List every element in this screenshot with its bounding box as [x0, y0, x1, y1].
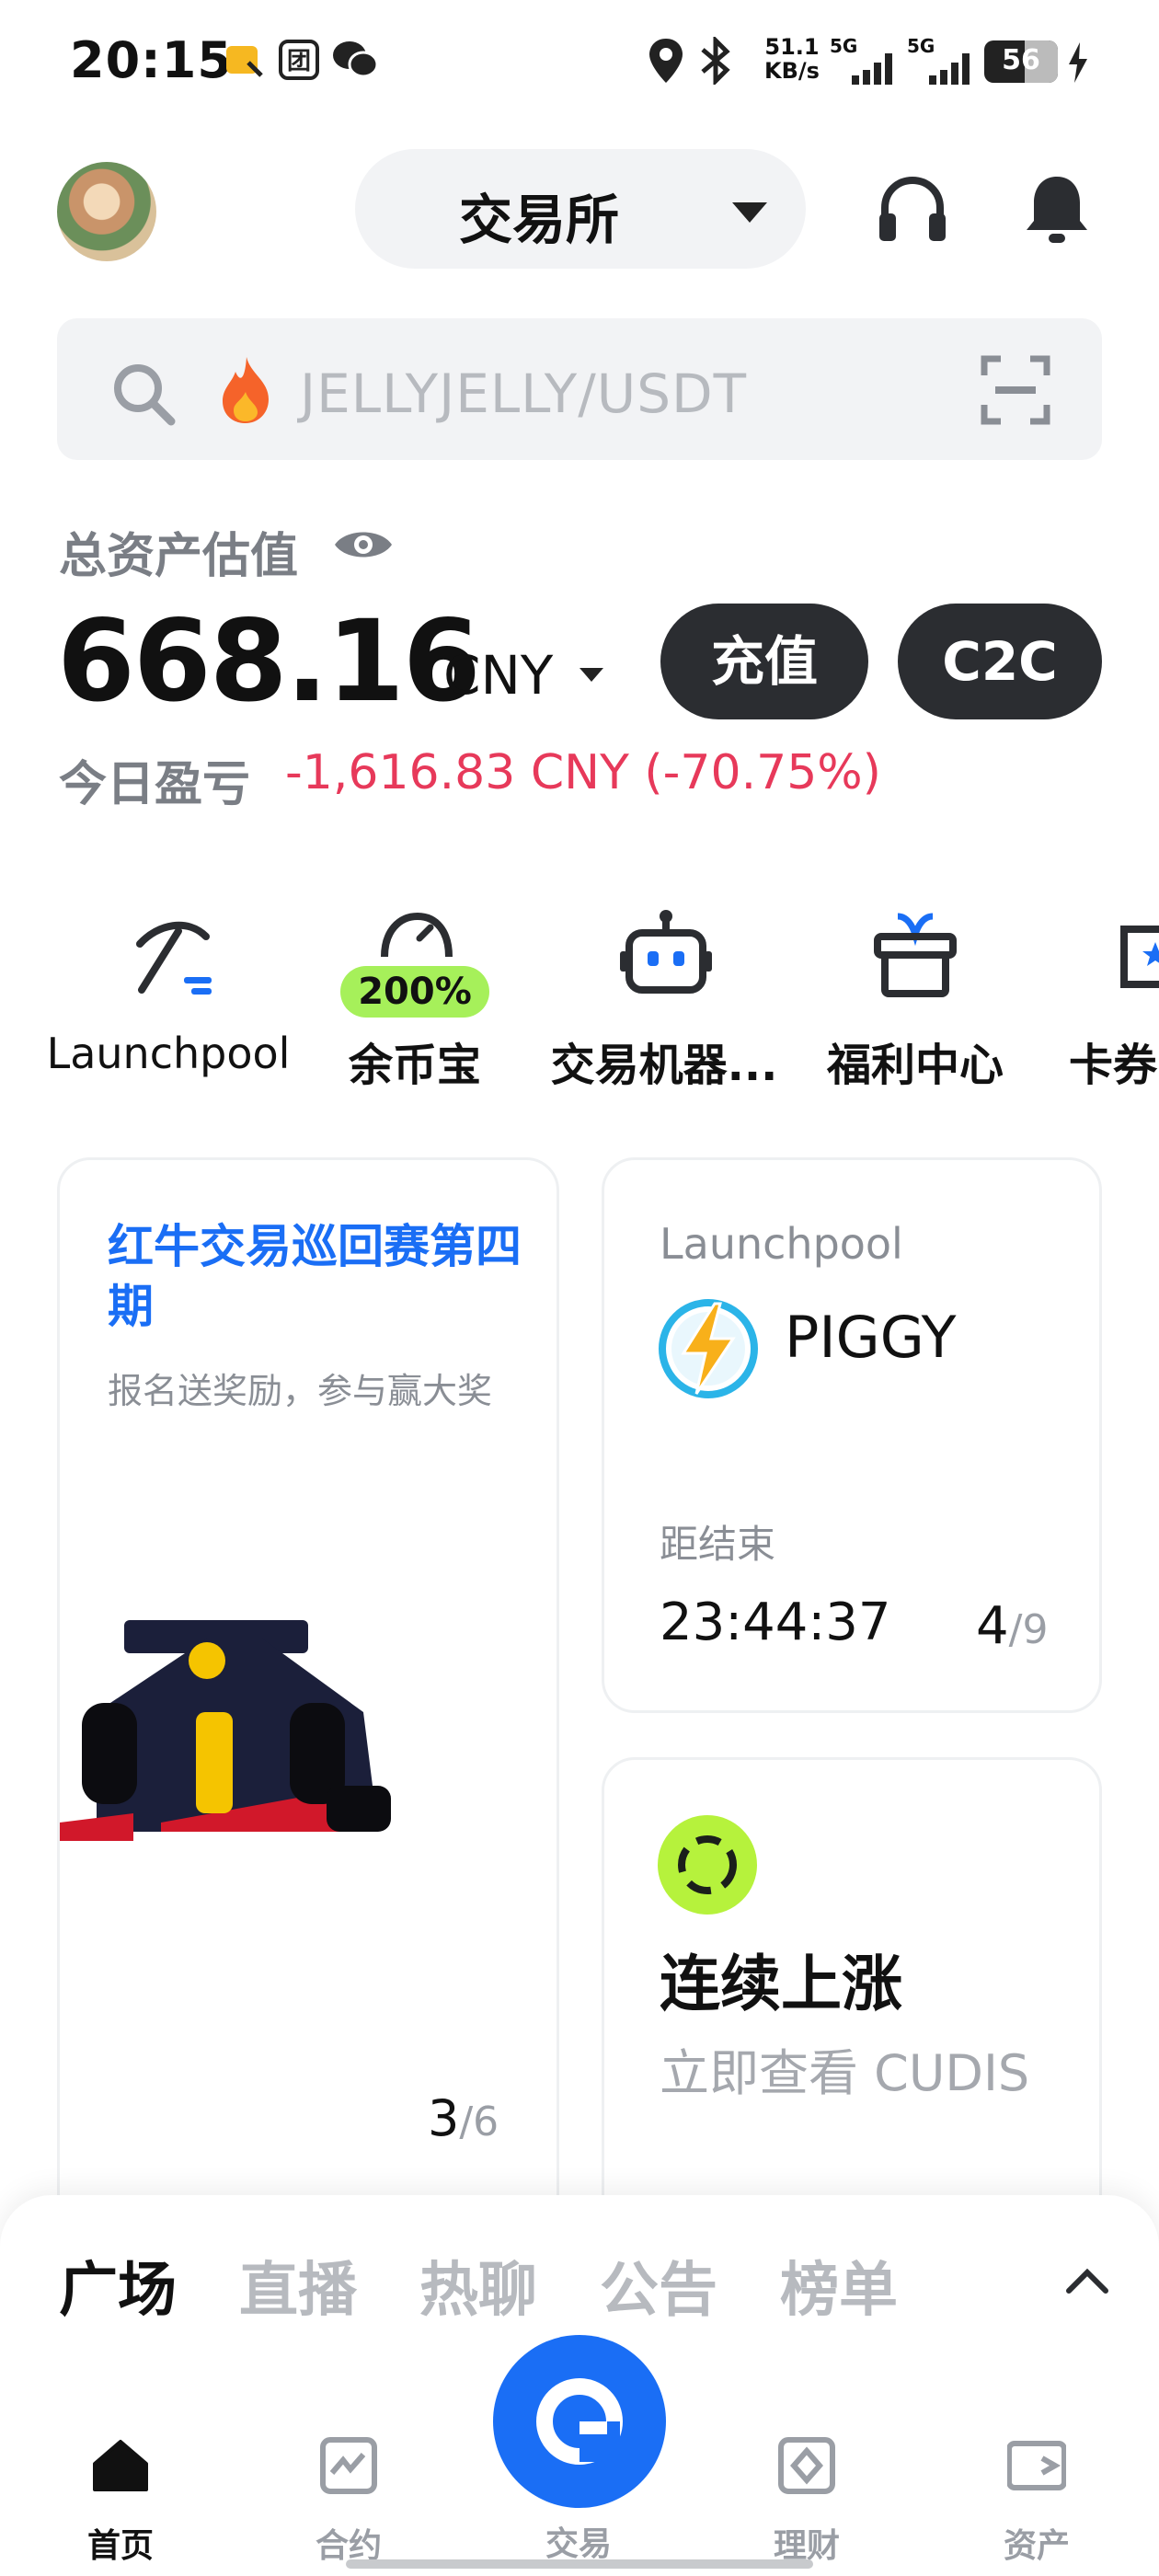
signal-bars-icon-2 [929, 53, 970, 85]
launchpool-pagination: 4/9 [976, 1596, 1048, 1656]
promo-title: 红牛交易巡回赛第四期 [108, 1220, 522, 1333]
trade-fab-button[interactable] [493, 2335, 666, 2508]
search-icon [114, 364, 176, 426]
total-assets-value: 668.16 [57, 596, 481, 727]
quick-action-yubibao[interactable]: 200% 余币宝 [318, 902, 511, 1091]
status-time: 20:15 [70, 31, 233, 89]
nav-assets-label: 资产 [1003, 2527, 1070, 2565]
currency-selector[interactable]: CNY [443, 644, 553, 707]
nav-trade-label: 交易 [545, 2525, 612, 2563]
launchpool-page-total: /9 [1008, 1606, 1049, 1653]
promo-page-total: /6 [459, 2099, 499, 2145]
bell-icon[interactable] [1021, 171, 1093, 248]
quick-action-trading-bot[interactable]: 交易机器... [539, 902, 789, 1091]
eye-icon[interactable] [333, 524, 394, 565]
tab-live[interactable]: 直播 [239, 2243, 357, 2328]
quick-action-label: 余币宝 [348, 1040, 481, 1091]
battery-level: 56 [1002, 44, 1040, 76]
quick-action-label: 卡券 [1069, 1040, 1158, 1086]
streak-title: 连续上涨 [660, 1949, 902, 2019]
total-assets-title: 总资产估值 [59, 529, 299, 584]
launchpool-page-current: 4 [976, 1596, 1009, 1656]
net-speed-value: 51.1 [764, 34, 820, 60]
quick-action-welfare[interactable]: 福利中心 [809, 902, 1021, 1091]
home-icon [93, 2440, 148, 2491]
svg-text:团: 团 [287, 48, 311, 75]
launchpool-countdown: 23:44:37 [660, 1593, 891, 1652]
quick-action-coupons[interactable]: 卡券 [1058, 902, 1159, 1086]
quick-action-launchpool[interactable]: Launchpool [35, 902, 302, 1086]
robot-icon [620, 910, 712, 994]
quick-action-label: 福利中心 [826, 1040, 1004, 1091]
earn-icon [778, 2437, 835, 2494]
group-icon: 团 [279, 40, 319, 80]
net-speed: 51.1 KB/s [760, 35, 824, 83]
wechat-icon [333, 41, 379, 78]
tab-hot-chat[interactable]: 热聊 [419, 2243, 537, 2328]
bluetooth-icon [701, 37, 730, 85]
avatar[interactable] [57, 162, 156, 261]
app-notification-icon [226, 46, 263, 77]
tab-announcements[interactable]: 公告 [600, 2243, 717, 2328]
promo-subtitle: 报名送奖励，参与赢大奖 [108, 1371, 493, 1411]
pickaxe-icon [136, 921, 212, 995]
status-bar: 20:15 团 51.1 KB/s 5G 5G 56 [0, 0, 1159, 120]
tab-square[interactable]: 广场 [59, 2243, 177, 2328]
signal-bars-icon [852, 53, 892, 85]
quick-action-label: Launchpool [46, 1029, 291, 1078]
launchpool-end-label: 距结束 [660, 1522, 776, 1567]
caret-down-icon [732, 202, 767, 223]
tab-rankings[interactable]: 榜单 [780, 2243, 898, 2328]
support-headset-icon[interactable] [878, 173, 947, 247]
piggy-icon [381, 912, 453, 958]
exchange-label: 交易所 [458, 189, 619, 251]
chevron-up-icon[interactable] [1063, 2263, 1111, 2296]
launchpool-card[interactable]: Launchpool PIGGY 距结束 23:44:37 4/9 [602, 1157, 1102, 1713]
futures-chart-icon [320, 2437, 377, 2494]
currency-caret-icon [580, 668, 603, 682]
today-pnl-value: -1,616.83 CNY (-70.75%) [285, 745, 881, 800]
location-icon [649, 39, 683, 83]
net-speed-unit: KB/s [764, 58, 820, 84]
quick-action-label: 交易机器... [550, 1040, 778, 1091]
promo-page-current: 3 [428, 2089, 460, 2147]
trade-icon [536, 2378, 623, 2465]
launchpool-tag: Launchpool [660, 1219, 903, 1269]
today-pnl-label: 今日盈亏 [59, 757, 251, 812]
c2c-button[interactable]: C2C [898, 604, 1102, 719]
search-input[interactable]: JELLYJELLY/USDT [300, 362, 747, 425]
fire-icon [223, 357, 269, 423]
coupon-icon [1120, 926, 1159, 988]
promo-card-redbull[interactable]: 红牛交易巡回赛第四期 报名送奖励，参与赢大奖 3/6 [57, 1157, 559, 2234]
race-car-image [60, 1620, 391, 1841]
promo-pagination: 3/6 [428, 2089, 499, 2147]
cudis-token-icon [658, 1815, 757, 1915]
home-indicator [346, 2559, 813, 2569]
deposit-button[interactable]: 充值 [660, 604, 868, 719]
piggy-token-icon [659, 1299, 758, 1398]
scan-icon[interactable] [979, 353, 1052, 427]
charging-icon [1069, 42, 1087, 83]
apy-badge: 200% [340, 966, 489, 1018]
wallet-icon [1007, 2441, 1066, 2490]
battery-icon: 56 [984, 40, 1058, 83]
gift-icon [874, 913, 957, 997]
streak-subtitle: 立即查看 CUDIS [660, 2044, 1030, 2102]
launchpool-token: PIGGY [785, 1304, 957, 1371]
nav-home-label: 首页 [86, 2527, 154, 2565]
search-bar[interactable]: JELLYJELLY/USDT [57, 318, 1102, 460]
exchange-switcher[interactable]: 交易所 [355, 149, 806, 269]
